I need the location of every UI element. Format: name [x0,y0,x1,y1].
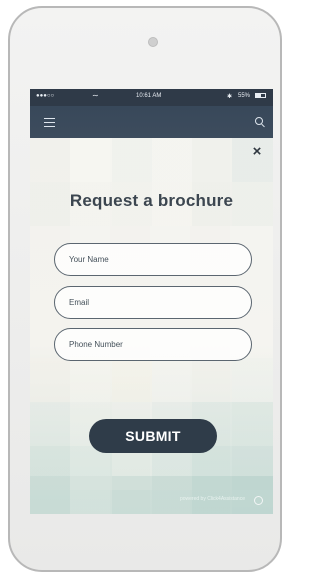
powered-by-text: powered by Click4Assistance [179,496,245,502]
name-input[interactable] [55,244,251,275]
battery-percent: 55% [238,93,251,99]
close-icon[interactable]: × [249,144,265,160]
email-input[interactable] [55,287,251,318]
camera-dot [148,37,158,47]
background-tile-row [30,138,273,182]
phone-bottom-bezel [12,510,278,570]
phone-input[interactable] [55,329,251,360]
submit-button[interactable]: SUBMIT [89,419,217,453]
bluetooth-icon: ✱ [227,94,233,100]
wifi-icon: ∼ [92,91,99,100]
click4assistance-logo-icon [254,496,263,505]
status-bar: ●●●○○ ∼ 10:61 AM ✱ 55% [30,89,273,106]
background-tile-row [30,476,273,514]
battery-icon [255,93,266,98]
top-navbar [30,106,273,138]
modal-title: Request a brochure [69,191,234,210]
hamburger-icon[interactable] [44,118,55,127]
phone-field[interactable] [54,328,252,361]
battery-fill [256,94,261,97]
email-field[interactable] [54,286,252,319]
brochure-modal: × Request a brochure SUBMIT powered by C… [30,138,273,514]
background-tile-row [30,358,273,402]
status-time: 10:61 AM [136,93,162,99]
signal-indicator: ●●●○○ [36,93,55,99]
name-field[interactable] [54,243,252,276]
search-icon[interactable] [255,117,263,125]
phone-screen: ●●●○○ ∼ 10:61 AM ✱ 55% × Request a broch… [30,89,273,514]
